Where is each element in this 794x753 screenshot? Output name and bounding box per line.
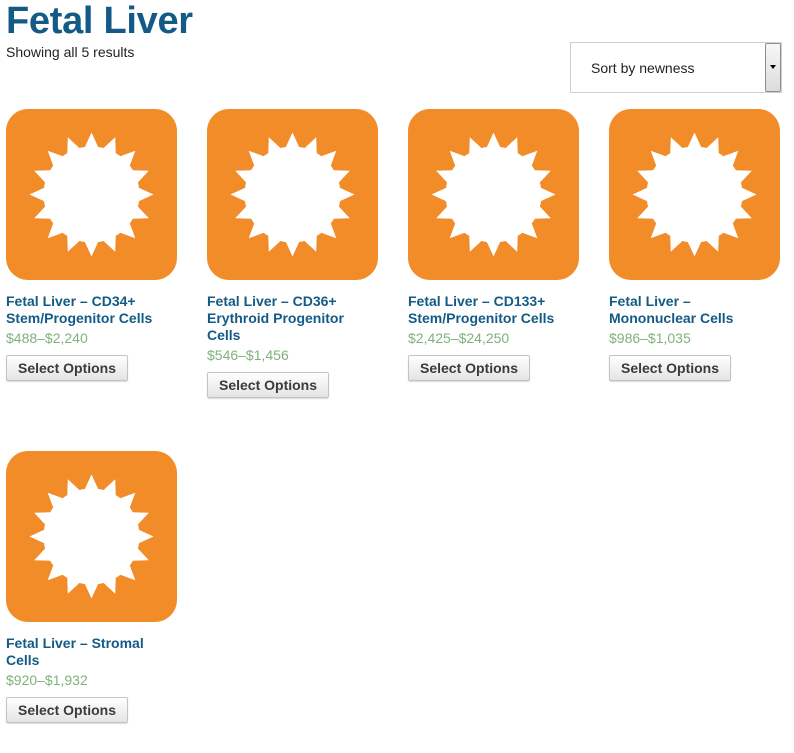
select-options-button[interactable]: Select Options [6,697,129,723]
product-price: $546–$1,456 [207,347,289,363]
product-name-link[interactable]: Fetal Liver – Stromal Cells [6,635,166,669]
sun-icon[interactable] [609,109,780,280]
product-name-link[interactable]: Fetal Liver – CD133+ Stem/Progenitor Cel… [408,293,573,327]
sun-disc [43,146,140,243]
product-name-link[interactable]: Fetal Liver – CD36+ Erythroid Progenitor… [207,293,367,344]
product-card: Fetal Liver – Stromal Cells $920–$1,932 … [6,451,178,723]
sun-icon[interactable] [6,109,177,280]
sun-icon[interactable] [6,451,177,622]
product-price: $488–$2,240 [6,330,88,346]
sort-selected-value: Sort by newness [591,60,695,76]
result-count: Showing all 5 results [6,44,135,60]
dropdown-arrow-button[interactable] [765,43,781,92]
select-options-button[interactable]: Select Options [207,372,330,398]
product-price: $920–$1,932 [6,672,88,688]
sun-disc [43,488,140,585]
product-name-link[interactable]: Fetal Liver – Mononuclear Cells [609,293,769,327]
select-options-button[interactable]: Select Options [408,355,531,381]
sun-disc [445,146,542,243]
product-name-link[interactable]: Fetal Liver – CD34+ Stem/Progenitor Cell… [6,293,171,327]
product-card: Fetal Liver – CD133+ Stem/Progenitor Cel… [408,109,580,381]
select-options-button[interactable]: Select Options [609,355,732,381]
chevron-down-icon [770,65,776,69]
product-card: Fetal Liver – CD36+ Erythroid Progenitor… [207,109,379,398]
select-options-button[interactable]: Select Options [6,355,129,381]
sun-icon[interactable] [207,109,378,280]
sun-icon[interactable] [408,109,579,280]
page-title: Fetal Liver [6,0,193,42]
sun-disc [646,146,743,243]
sort-dropdown[interactable]: Sort by newness [570,42,782,93]
product-card: Fetal Liver – CD34+ Stem/Progenitor Cell… [6,109,178,381]
product-price: $2,425–$24,250 [408,330,510,346]
product-card: Fetal Liver – Mononuclear Cells $986–$1,… [609,109,781,381]
sun-disc [244,146,341,243]
product-price: $986–$1,035 [609,330,691,346]
